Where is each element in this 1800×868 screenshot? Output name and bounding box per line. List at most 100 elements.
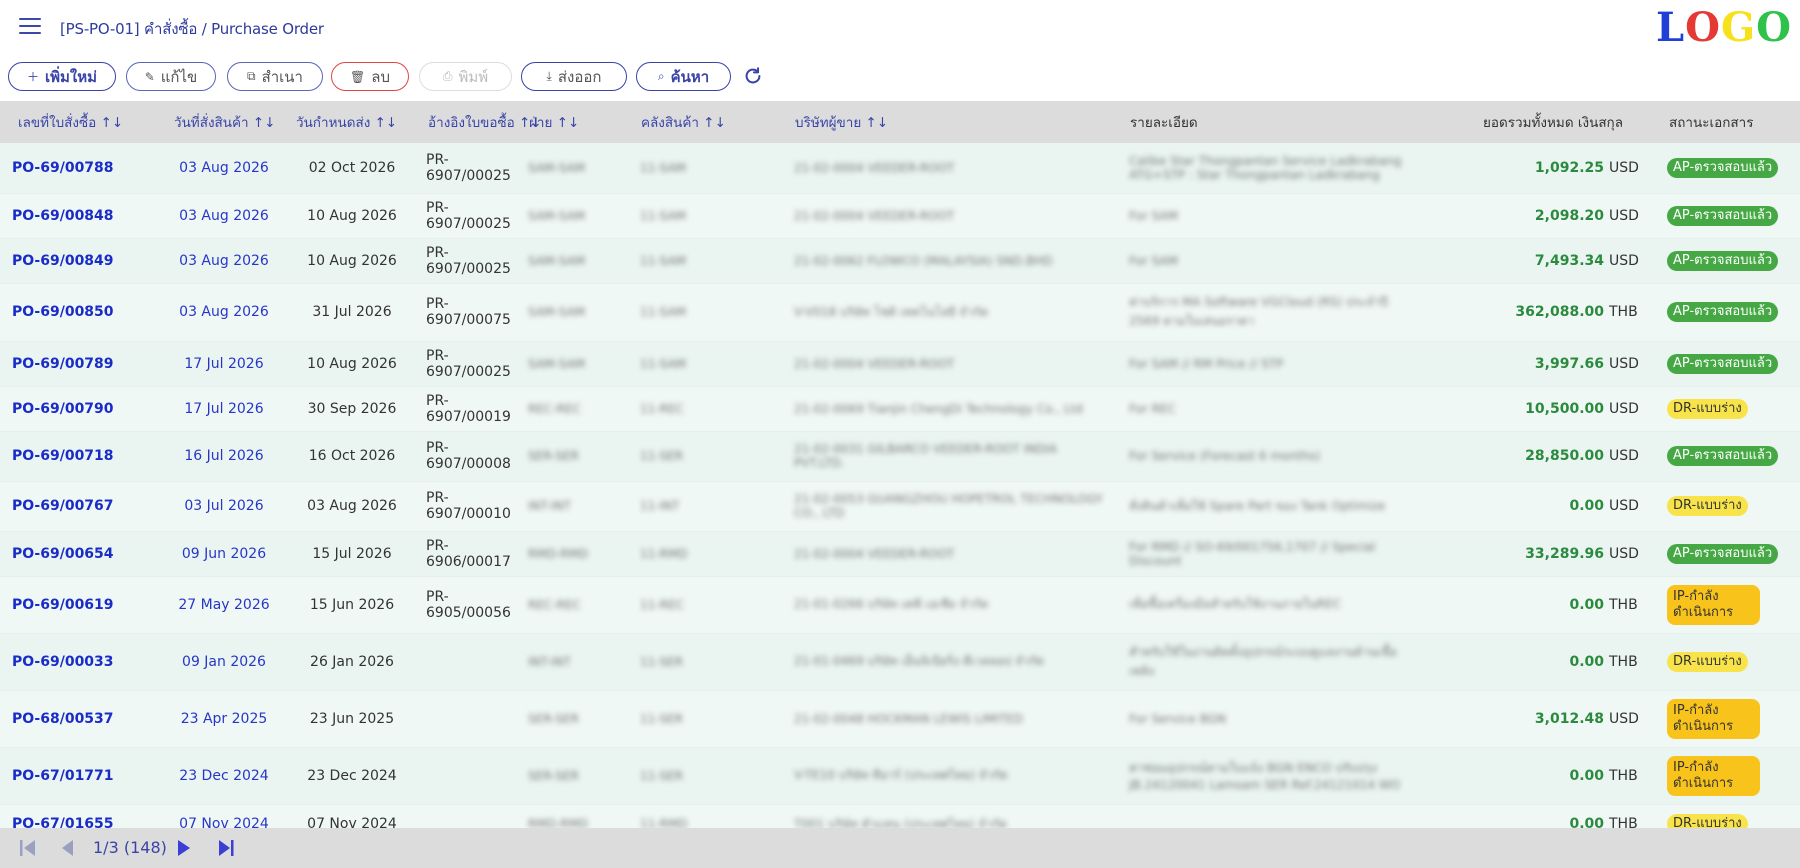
status-cell: AP-ตรวจสอบแล้ว <box>1649 143 1800 194</box>
table-row[interactable]: PO-69/00619 27 May 2026 15 Jun 2026 PR-6905… <box>0 576 1800 634</box>
table-row[interactable]: PO-69/00788 03 Aug 2026 02 Oct 2026 PR-6907… <box>0 143 1800 194</box>
print-button[interactable]: ⎙ พิมพ์ <box>419 62 512 91</box>
po-number-link[interactable]: PO-69/00850 <box>0 283 160 342</box>
last-page-icon[interactable] <box>216 838 236 858</box>
col-header-due-date[interactable]: วันกำหนดส่ง ↑↓ <box>288 101 416 143</box>
detail-cell <box>1129 804 1449 828</box>
table-row[interactable]: PO-68/00537 23 Apr 2025 23 Jun 2025 SER-SER… <box>0 690 1800 748</box>
po-number-link[interactable]: PO-69/00718 <box>0 431 160 482</box>
detail-cell: Calibe Star Thongpantan Service Ladkraba… <box>1129 143 1449 194</box>
print-button-label: พิมพ์ <box>458 67 489 86</box>
table-row[interactable]: PO-69/00789 17 Jul 2026 10 Aug 2026 PR-6907… <box>0 341 1800 387</box>
first-page-icon[interactable] <box>18 838 38 858</box>
col-header-pr-reference[interactable]: อ้างอิงใบขอซื้อ ↑↓ <box>416 101 542 143</box>
warehouse-cell: 11-SAM <box>640 193 794 239</box>
amount-value: 2,098.20 <box>1534 207 1604 224</box>
due-date-cell: 23 Jun 2025 <box>288 690 416 748</box>
table-row[interactable]: PO-69/00718 16 Jul 2026 16 Oct 2026 PR-6907… <box>0 431 1800 482</box>
previous-page-icon[interactable] <box>58 838 78 858</box>
table-row[interactable]: PO-69/00850 03 Aug 2026 31 Jul 2026 PR-6907… <box>0 283 1800 342</box>
hamburger-menu-icon[interactable] <box>19 18 41 36</box>
order-date-cell: 03 Aug 2026 <box>160 238 288 284</box>
page-info: 1/3 (148) <box>93 838 167 857</box>
order-date-cell: 23 Dec 2024 <box>160 747 288 805</box>
table-row[interactable]: PO-69/00033 09 Jan 2026 26 Jan 2026 INT-INT… <box>0 633 1800 691</box>
delete-button[interactable]: 🗑 ลบ <box>331 62 409 91</box>
status-badge: IP-กำลังดำเนินการ <box>1667 755 1760 796</box>
order-date-cell: 03 Jul 2026 <box>160 481 288 532</box>
po-number-link[interactable]: PO-69/00788 <box>0 143 160 194</box>
export-button[interactable]: ⤓ ส่งออก <box>521 62 627 91</box>
col-header-warehouse[interactable]: คลังสินค้า ↑↓ <box>640 101 794 143</box>
table-row[interactable]: PO-67/01771 23 Dec 2024 23 Dec 2024 SER-SER… <box>0 747 1800 805</box>
warehouse-cell: 11-SAM <box>640 238 794 284</box>
po-number-link[interactable]: PO-69/00619 <box>0 576 160 634</box>
edit-button[interactable]: ✎ แก้ไข <box>126 62 216 91</box>
table-row[interactable]: PO-69/00790 17 Jul 2026 30 Sep 2026 PR-6907… <box>0 386 1800 432</box>
amount-value: 0.00 <box>1569 653 1604 670</box>
po-number-link[interactable]: PO-69/00848 <box>0 193 160 239</box>
po-number-link[interactable]: PO-69/00849 <box>0 238 160 284</box>
search-button[interactable]: ⌕ ค้นหา <box>636 62 731 91</box>
total-amount-cell: 7,493.34 USD <box>1449 238 1649 284</box>
currency-code: THB <box>1609 767 1638 784</box>
po-number-link[interactable]: PO-67/01771 <box>0 747 160 805</box>
add-button-label: เพิ่มใหม่ <box>45 67 98 86</box>
table-row[interactable]: PO-69/00767 03 Jul 2026 03 Aug 2026 PR-6907… <box>0 481 1800 532</box>
currency-code: USD <box>1609 355 1639 372</box>
status-cell: AP-ตรวจสอบแล้ว <box>1649 283 1800 342</box>
detail-cell: เพื่อซื้อเครื่องมือสำหรับใช้งานภายในREC <box>1129 576 1449 634</box>
department-cell: RMD-RMD <box>528 804 640 828</box>
col-header-vendor[interactable]: บริษัทผู้ขาย ↑↓ <box>794 101 1129 143</box>
copy-button[interactable]: ⧉ สำเนา <box>227 62 323 91</box>
amount-value: 1,092.25 <box>1534 159 1604 176</box>
vendor-cell: 21-02-0048 HOCKMAN LEWIS LIMITED <box>794 690 1129 748</box>
col-header-department[interactable]: ฝ่าย ↑↓ <box>528 101 640 143</box>
department-cell: SAM-SAM <box>528 238 640 284</box>
table-row[interactable]: PO-69/00849 03 Aug 2026 10 Aug 2026 PR-6907… <box>0 238 1800 284</box>
col-header-order-date[interactable]: วันที่สั่งสินค้า ↑↓ <box>160 101 288 143</box>
due-date-cell: 10 Aug 2026 <box>288 238 416 284</box>
next-page-icon[interactable] <box>174 838 194 858</box>
amount-value: 0.00 <box>1569 596 1604 613</box>
pr-reference-cell: PR-6905/00056 <box>416 576 528 634</box>
currency-code: USD <box>1609 545 1639 562</box>
order-date-cell: 09 Jun 2026 <box>160 531 288 577</box>
due-date-cell: 26 Jan 2026 <box>288 633 416 691</box>
vendor-cell: 21-01-0266 บริษัท เคพี เอเชีย จำกัด <box>794 576 1129 634</box>
po-number-link[interactable]: PO-69/00767 <box>0 481 160 532</box>
po-number-link[interactable]: PO-69/00033 <box>0 633 160 691</box>
table-row[interactable]: PO-67/01655 07 Nov 2024 07 Nov 2024 RMD-RMD… <box>0 804 1800 828</box>
warehouse-cell: 11-REC <box>640 386 794 432</box>
po-number-link[interactable]: PO-67/01655 <box>0 804 160 828</box>
vendor-cell: 21-02-0004 VEEDER-ROOT <box>794 531 1129 577</box>
status-badge: AP-ตรวจสอบแล้ว <box>1667 543 1779 564</box>
download-icon: ⤓ <box>546 69 552 83</box>
order-date-cell: 23 Apr 2025 <box>160 690 288 748</box>
table-row[interactable]: PO-69/00654 09 Jun 2026 15 Jul 2026 PR-6906… <box>0 531 1800 577</box>
po-number-link[interactable]: PO-68/00537 <box>0 690 160 748</box>
refresh-icon[interactable] <box>742 65 764 87</box>
status-badge: AP-ตรวจสอบแล้ว <box>1667 446 1779 466</box>
due-date-cell: 31 Jul 2026 <box>288 283 416 342</box>
add-button[interactable]: ＋ เพิ่มใหม่ <box>8 62 116 91</box>
copy-icon: ⧉ <box>247 69 256 83</box>
col-header-detail: รายละเอียด <box>1129 101 1449 143</box>
currency-code: USD <box>1609 448 1639 464</box>
department-cell: INT-INT <box>528 481 640 532</box>
detail-cell: For REC <box>1129 386 1449 432</box>
department-cell: SER-SER <box>528 747 640 805</box>
vendor-cell: 21-02-0062 FLOWCO (MALAYSIA) SND.BHD <box>794 238 1129 284</box>
status-badge: IP-กำลังดำเนินการ <box>1667 584 1760 625</box>
po-number-link[interactable]: PO-69/00790 <box>0 386 160 432</box>
col-header-po-number[interactable]: เลขที่ใบสั่งซื้อ ↑↓ <box>0 101 160 143</box>
copy-button-label: สำเนา <box>261 67 303 86</box>
status-cell: AP-ตรวจสอบแล้ว <box>1649 531 1800 577</box>
status-cell: AP-ตรวจสอบแล้ว <box>1649 193 1800 239</box>
status-badge: AP-ตรวจสอบแล้ว <box>1667 353 1779 374</box>
status-cell: DR-แบบร่าง <box>1649 804 1800 828</box>
logo-letter: O <box>1756 4 1792 51</box>
table-row[interactable]: PO-69/00848 03 Aug 2026 10 Aug 2026 PR-6907… <box>0 193 1800 239</box>
po-number-link[interactable]: PO-69/00789 <box>0 341 160 387</box>
po-number-link[interactable]: PO-69/00654 <box>0 531 160 577</box>
